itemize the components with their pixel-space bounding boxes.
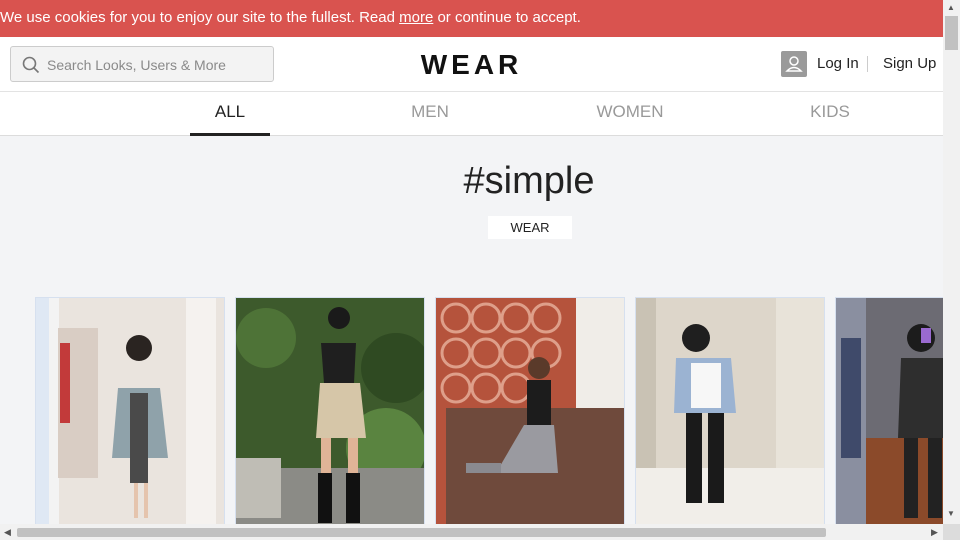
tab-kids[interactable]: KIDS <box>790 92 870 136</box>
vertical-scroll-thumb[interactable] <box>945 16 958 50</box>
look-card[interactable] <box>635 297 825 524</box>
category-tabs: ALL MEN WOMEN KIDS <box>0 92 943 136</box>
looks-grid <box>0 297 943 524</box>
tab-all[interactable]: ALL <box>190 92 270 136</box>
signup-link[interactable]: Sign Up <box>883 55 936 72</box>
scroll-right-icon[interactable]: ▶ <box>931 527 938 538</box>
page-title: #simple <box>463 160 595 202</box>
look-card[interactable] <box>235 297 425 524</box>
horizontal-scroll-thumb[interactable] <box>17 528 826 537</box>
vertical-scrollbar[interactable] <box>943 0 960 524</box>
site-header: Search Looks, Users & More WEAR Log In S… <box>0 37 943 92</box>
divider <box>867 56 868 72</box>
cookie-text-after: or continue to accept. <box>433 9 581 26</box>
look-photo <box>836 298 943 524</box>
scrollbar-corner <box>943 524 960 540</box>
login-link[interactable]: Log In <box>817 55 859 72</box>
cookie-more-link[interactable]: more <box>399 9 433 26</box>
user-icon[interactable] <box>781 51 807 77</box>
tab-men[interactable]: MEN <box>390 92 470 136</box>
cookie-banner: We use cookies for you to enjoy our site… <box>0 0 943 37</box>
scroll-up-icon[interactable]: ▲ <box>947 3 955 12</box>
look-card[interactable] <box>35 297 225 524</box>
look-photo <box>236 298 424 524</box>
cookie-text: We use cookies for you to enjoy our site… <box>0 9 400 26</box>
look-photo <box>36 298 224 524</box>
look-card[interactable] <box>435 297 625 524</box>
tab-women[interactable]: WOMEN <box>590 92 670 136</box>
scroll-down-icon[interactable]: ▼ <box>947 509 955 518</box>
look-photo <box>636 298 824 524</box>
look-card[interactable] <box>835 297 943 524</box>
wear-badge[interactable]: WEAR <box>488 216 572 239</box>
look-photo <box>436 298 624 524</box>
scroll-left-icon[interactable]: ◀ <box>4 527 11 538</box>
